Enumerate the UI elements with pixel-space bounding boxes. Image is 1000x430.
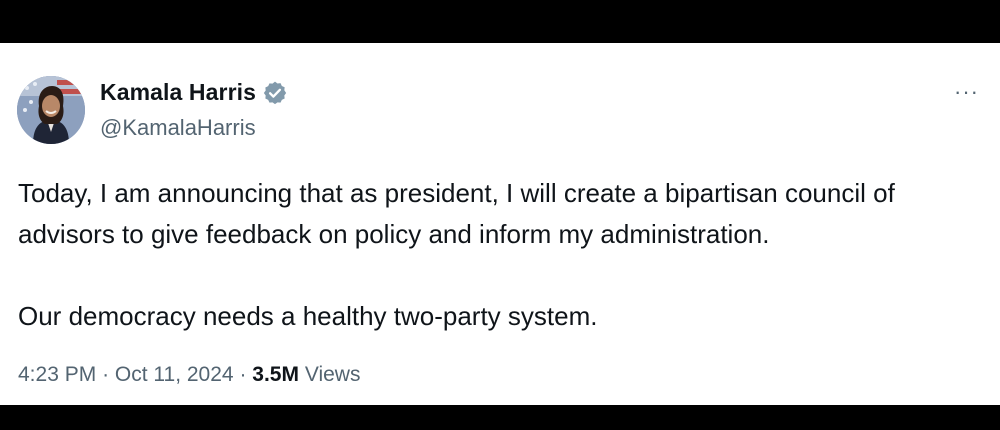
more-options-icon[interactable]: ··· bbox=[954, 81, 979, 103]
tweet-paragraph: Our democracy needs a healthy two-party … bbox=[18, 301, 598, 331]
author-name-row[interactable]: Kamala Harris bbox=[100, 79, 288, 106]
author-display-name[interactable]: Kamala Harris bbox=[100, 79, 256, 106]
views-label[interactable]: Views bbox=[305, 363, 361, 386]
tweet-card: Kamala Harris @KamalaHarris ··· Today, I… bbox=[0, 43, 1000, 405]
meta-separator: · bbox=[239, 363, 247, 386]
meta-separator: · bbox=[102, 363, 110, 386]
tweet-date[interactable]: Oct 11, 2024 bbox=[115, 363, 234, 386]
tweet-time[interactable]: 4:23 PM bbox=[18, 363, 96, 386]
views-count[interactable]: 3.5M bbox=[252, 363, 299, 386]
avatar[interactable] bbox=[17, 76, 85, 144]
profile-photo-icon bbox=[17, 76, 85, 144]
verified-badge-icon[interactable] bbox=[262, 80, 288, 106]
author-handle[interactable]: @KamalaHarris bbox=[100, 115, 256, 141]
screenshot-frame: Kamala Harris @KamalaHarris ··· Today, I… bbox=[0, 0, 1000, 430]
tweet-paragraph: Today, I am announcing that as president… bbox=[18, 178, 895, 249]
tweet-text: Today, I am announcing that as president… bbox=[18, 173, 983, 337]
tweet-metadata: 4:23 PM · Oct 11, 2024 · 3.5M Views bbox=[18, 363, 360, 387]
